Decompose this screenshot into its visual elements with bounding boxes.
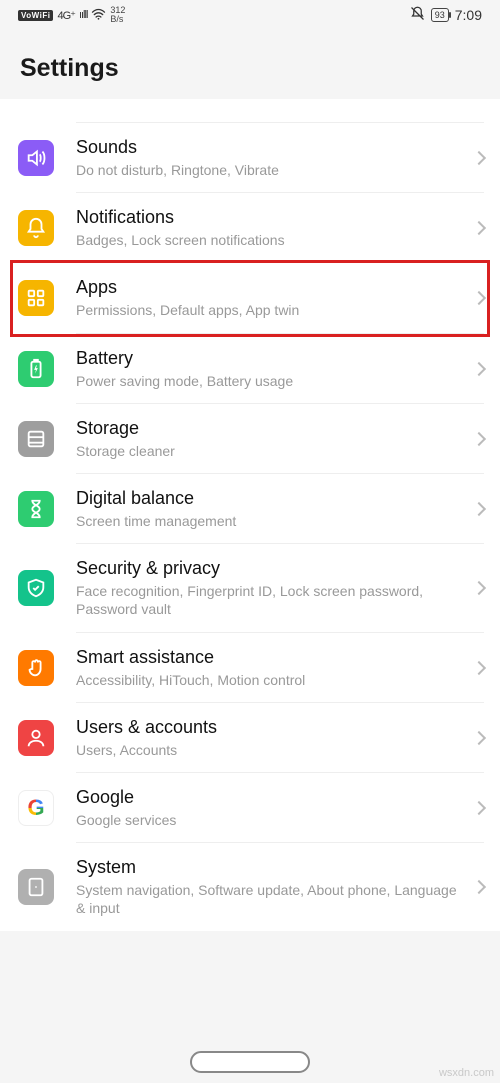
chevron-right-icon (472, 581, 486, 595)
list-item-subtitle: Storage cleaner (76, 442, 466, 460)
storage-icon (18, 421, 54, 457)
list-item-texts: System System navigation, Software updat… (76, 855, 466, 919)
chevron-right-icon (472, 362, 486, 376)
clock: 7:09 (455, 7, 482, 23)
chevron-right-icon (472, 502, 486, 516)
system-icon (18, 869, 54, 905)
net-speed: 312 B/s (110, 6, 125, 24)
google-icon: G (18, 790, 54, 826)
sound-icon (18, 140, 54, 176)
list-item-title: Storage (76, 418, 466, 439)
chevron-right-icon (472, 221, 486, 235)
hourglass-icon (18, 491, 54, 527)
chevron-right-icon (472, 801, 486, 815)
list-item-texts: Digital balance Screen time management (76, 486, 466, 532)
list-item-smart-assistance[interactable]: Smart assistance Accessibility, HiTouch,… (0, 633, 500, 703)
bell-icon (18, 210, 54, 246)
list-item-subtitle: System navigation, Software update, Abou… (76, 881, 466, 917)
list-item-subtitle: Screen time management (76, 512, 466, 530)
list-item-texts: Notifications Badges, Lock screen notifi… (76, 205, 466, 251)
list-item-system[interactable]: System System navigation, Software updat… (0, 843, 500, 931)
list-item-texts: Users & accounts Users, Accounts (76, 715, 466, 761)
list-item-subtitle: Badges, Lock screen notifications (76, 231, 466, 249)
list-item-title: Battery (76, 348, 466, 369)
battery-icon (18, 351, 54, 387)
list-item-subtitle: Accessibility, HiTouch, Motion control (76, 671, 466, 689)
chevron-right-icon (472, 661, 486, 675)
list-item-texts: Storage Storage cleaner (76, 416, 466, 462)
status-bar: VoWiFi 4G⁺ ıılll 312 B/s 93 7:09 (0, 0, 500, 30)
list-item-texts: Smart assistance Accessibility, HiTouch,… (76, 645, 466, 691)
list-item-subtitle: Face recognition, Fingerprint ID, Lock s… (76, 582, 466, 618)
list-item-apps[interactable]: Apps Permissions, Default apps, App twin (0, 263, 500, 333)
signal-gen: 4G⁺ (57, 9, 74, 22)
list-item-sounds[interactable]: Sounds Do not disturb, Ringtone, Vibrate (0, 123, 500, 193)
status-left: VoWiFi 4G⁺ ıılll 312 B/s (18, 6, 125, 24)
battery-indicator: 93 (431, 8, 449, 22)
signal-bars-icon: ıılll (79, 9, 87, 21)
list-item-notifications[interactable]: Notifications Badges, Lock screen notifi… (0, 193, 500, 263)
list-item-title: Notifications (76, 207, 466, 228)
list-item-subtitle: Permissions, Default apps, App twin (76, 301, 466, 319)
list-item-title: Security & privacy (76, 558, 466, 579)
chevron-right-icon (472, 291, 486, 305)
wifi-icon (91, 8, 106, 23)
list-item-users[interactable]: Users & accounts Users, Accounts (0, 703, 500, 773)
chevron-right-icon (472, 432, 486, 446)
list-item-subtitle: Power saving mode, Battery usage (76, 372, 466, 390)
gesture-nav-pill[interactable] (190, 1051, 310, 1073)
list-item-digital-balance[interactable]: Digital balance Screen time management (0, 474, 500, 544)
list-item-title: Sounds (76, 137, 466, 158)
status-right: 93 7:09 (410, 6, 482, 24)
list-item-title: Digital balance (76, 488, 466, 509)
list-item-google[interactable]: G Google Google services (0, 773, 500, 843)
list-item-subtitle: Users, Accounts (76, 741, 466, 759)
mute-icon (410, 6, 425, 24)
list-item-title: Google (76, 787, 466, 808)
apps-icon (18, 280, 54, 316)
list-item-texts: Google Google services (76, 785, 466, 831)
list-item-title: Apps (76, 277, 466, 298)
list-item-subtitle: Do not disturb, Ringtone, Vibrate (76, 161, 466, 179)
list-item-partial[interactable] (0, 99, 500, 123)
list-item-battery[interactable]: Battery Power saving mode, Battery usage (0, 334, 500, 404)
list-item-subtitle: Google services (76, 811, 466, 829)
page-title: Settings (0, 30, 500, 99)
chevron-right-icon (472, 151, 486, 165)
user-icon (18, 720, 54, 756)
hand-icon (18, 650, 54, 686)
list-item-title: System (76, 857, 466, 878)
list-item-title: Users & accounts (76, 717, 466, 738)
vowifi-badge: VoWiFi (18, 10, 53, 21)
shield-icon (18, 570, 54, 606)
list-item-texts: Security & privacy Face recognition, Fin… (76, 556, 466, 620)
list-item-storage[interactable]: Storage Storage cleaner (0, 404, 500, 474)
settings-list: Sounds Do not disturb, Ringtone, Vibrate… (0, 99, 500, 931)
chevron-right-icon (472, 731, 486, 745)
watermark: wsxdn.com (439, 1067, 494, 1079)
list-item-texts: Apps Permissions, Default apps, App twin (76, 275, 466, 321)
list-item-texts: Battery Power saving mode, Battery usage (76, 346, 466, 392)
list-item-security[interactable]: Security & privacy Face recognition, Fin… (0, 544, 500, 632)
chevron-right-icon (472, 880, 486, 894)
list-item-title: Smart assistance (76, 647, 466, 668)
list-item-texts: Sounds Do not disturb, Ringtone, Vibrate (76, 135, 466, 181)
